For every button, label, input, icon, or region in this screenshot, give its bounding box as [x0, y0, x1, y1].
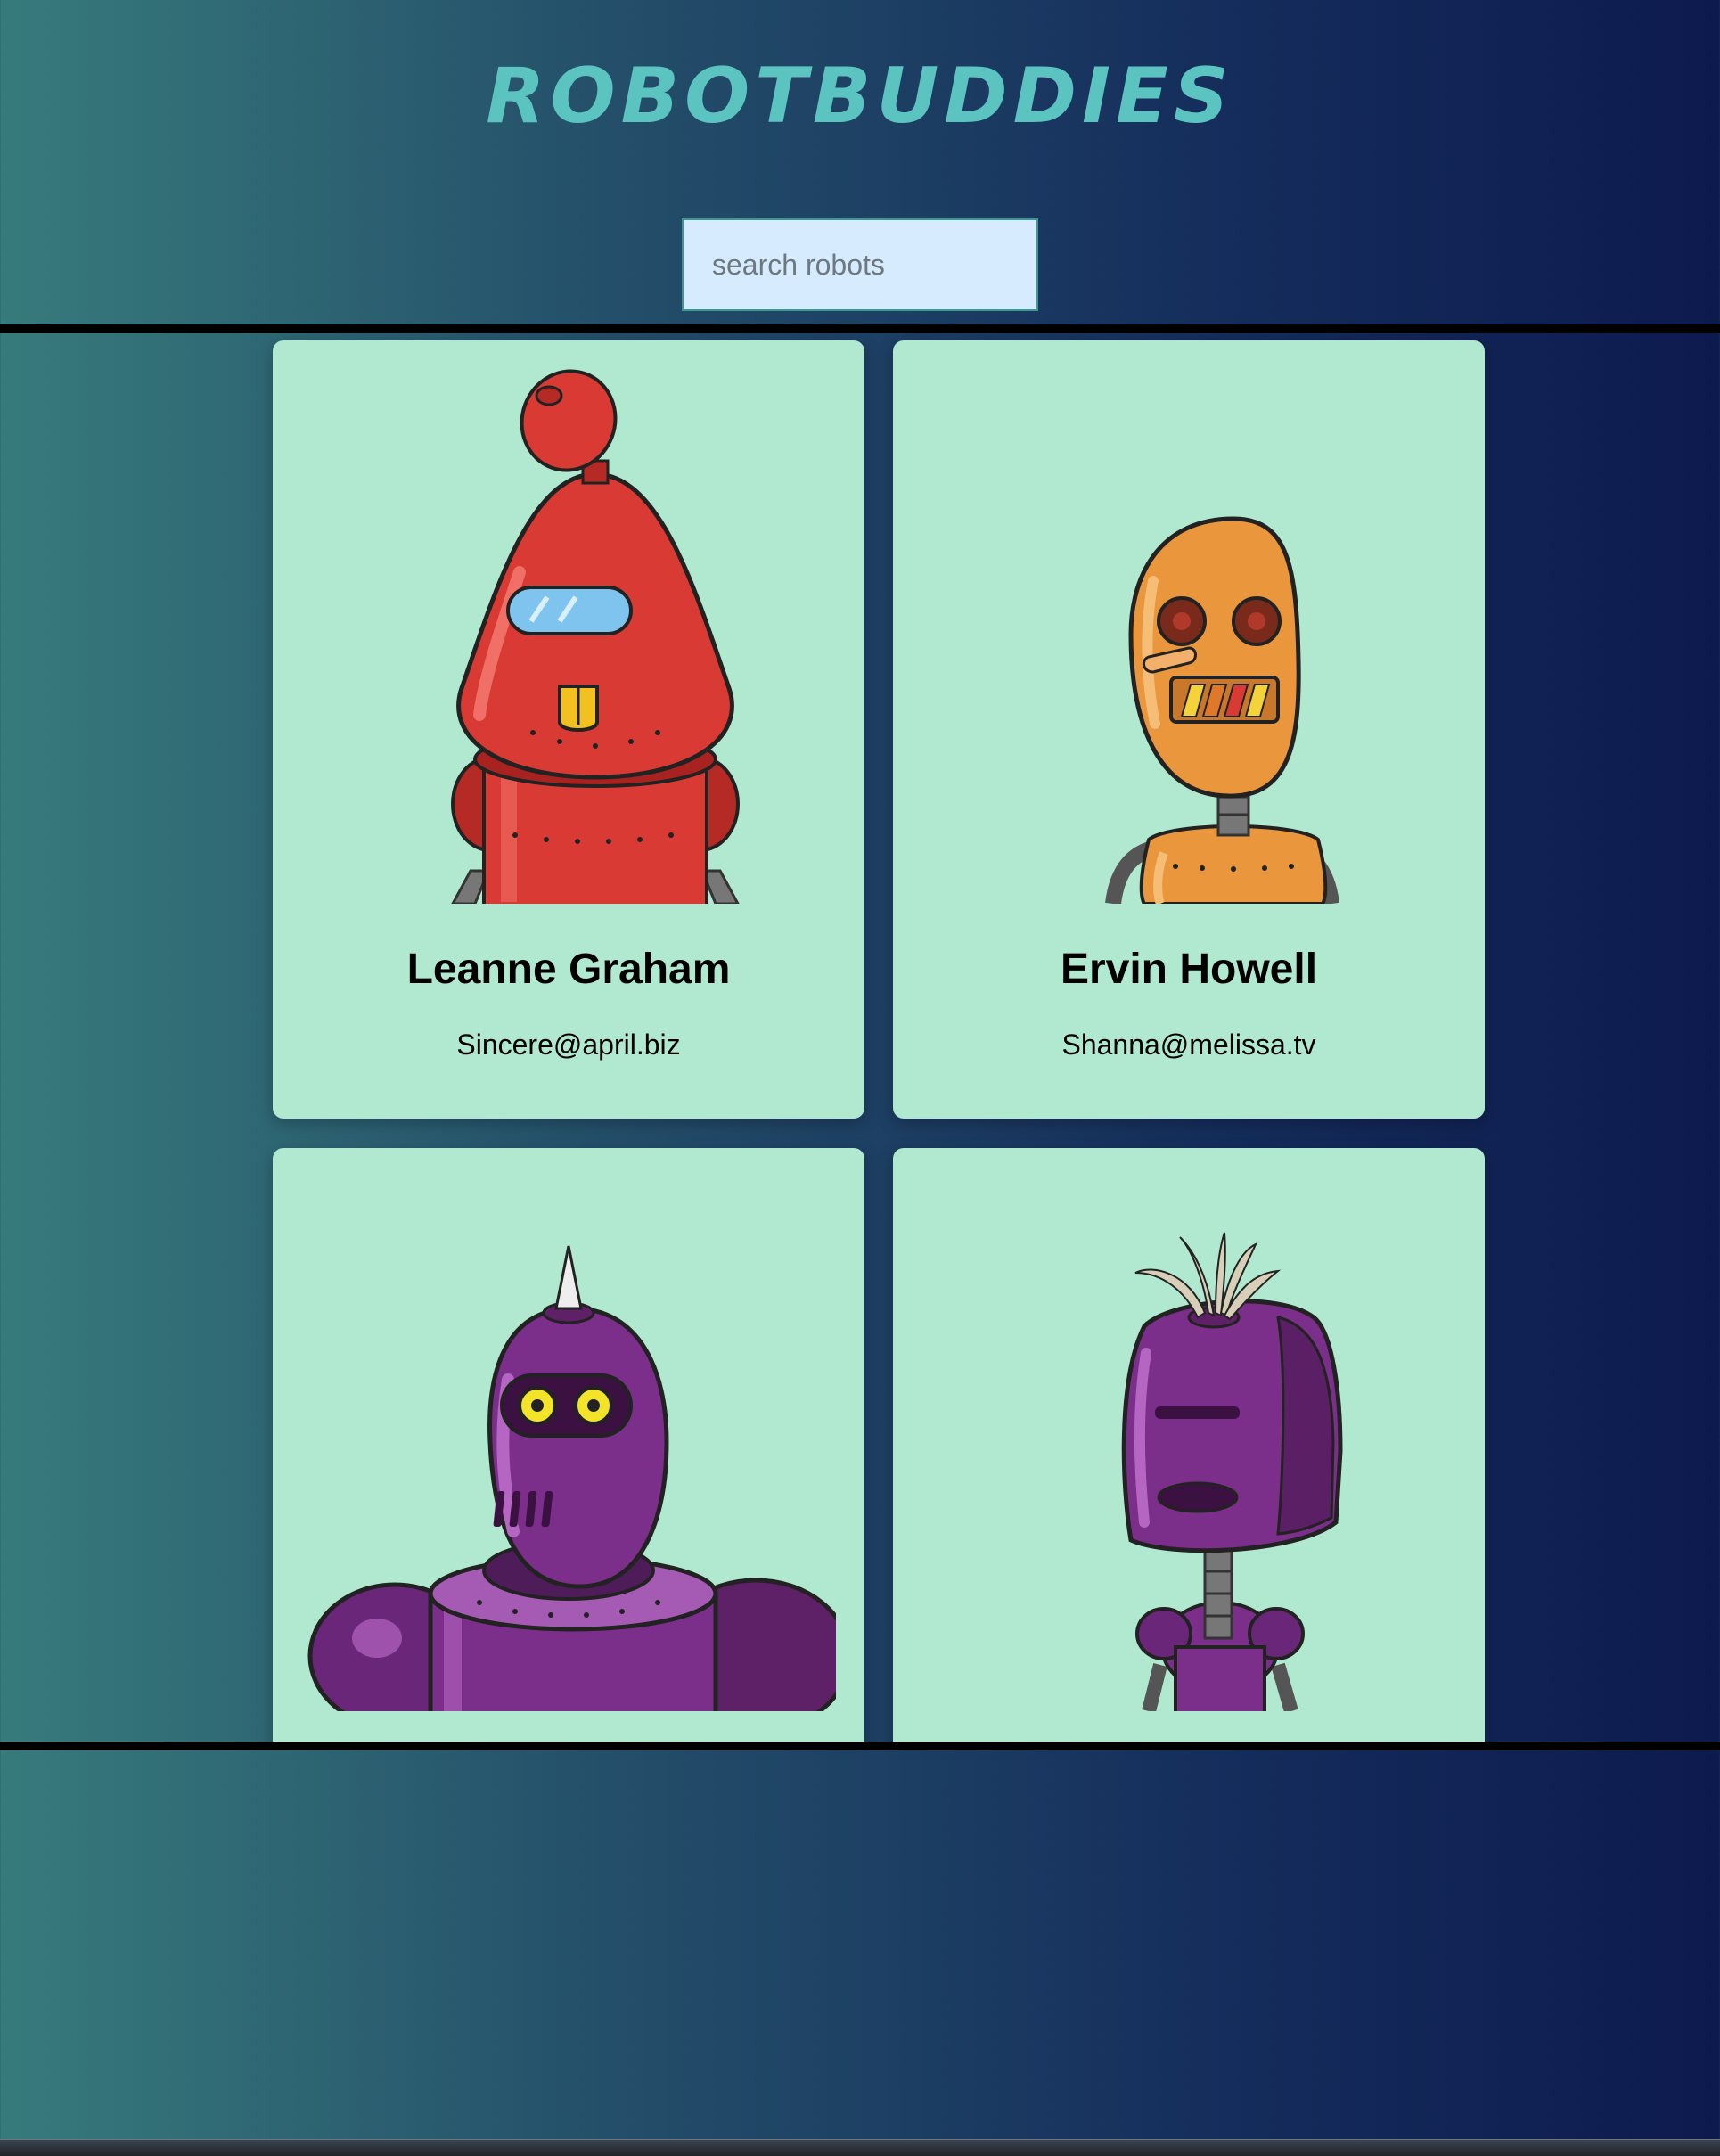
red-robot-icon — [451, 369, 740, 904]
robot-avatar — [301, 340, 836, 904]
robot-card[interactable]: Leanne Graham Sincere@april.biz — [273, 340, 864, 1119]
purple-tufted-robot-icon — [1121, 1232, 1343, 1711]
robot-email: Shanna@melissa.tv — [1061, 1029, 1316, 1061]
robot-list-scroll[interactable]: Leanne Graham Sincere@april.biz Ervin Ho… — [0, 324, 1720, 1750]
site-logo: ROBOTBUDDIES — [0, 53, 1720, 152]
robot-card[interactable] — [893, 1148, 1485, 1742]
robot-email: Sincere@april.biz — [456, 1029, 681, 1061]
orange-robot-icon — [1105, 516, 1339, 904]
robot-avatar — [921, 1148, 1456, 1711]
robot-card[interactable]: Ervin Howell Shanna@melissa.tv — [893, 340, 1485, 1119]
browser-bottom-edge — [0, 2139, 1720, 2156]
logo-wordmark: ROBOTBUDDIES — [486, 58, 1234, 141]
robot-avatar — [921, 340, 1456, 904]
robot-name: Leanne Graham — [406, 946, 731, 993]
robot-card[interactable] — [273, 1148, 864, 1742]
logo-text: ROBOTBUDDIES — [486, 58, 1234, 141]
robot-avatar — [301, 1148, 836, 1711]
search-input[interactable] — [682, 218, 1038, 311]
purple-horned-robot-icon — [307, 1245, 836, 1711]
search-bar — [0, 218, 1720, 311]
robot-name: Ervin Howell — [1060, 946, 1318, 993]
